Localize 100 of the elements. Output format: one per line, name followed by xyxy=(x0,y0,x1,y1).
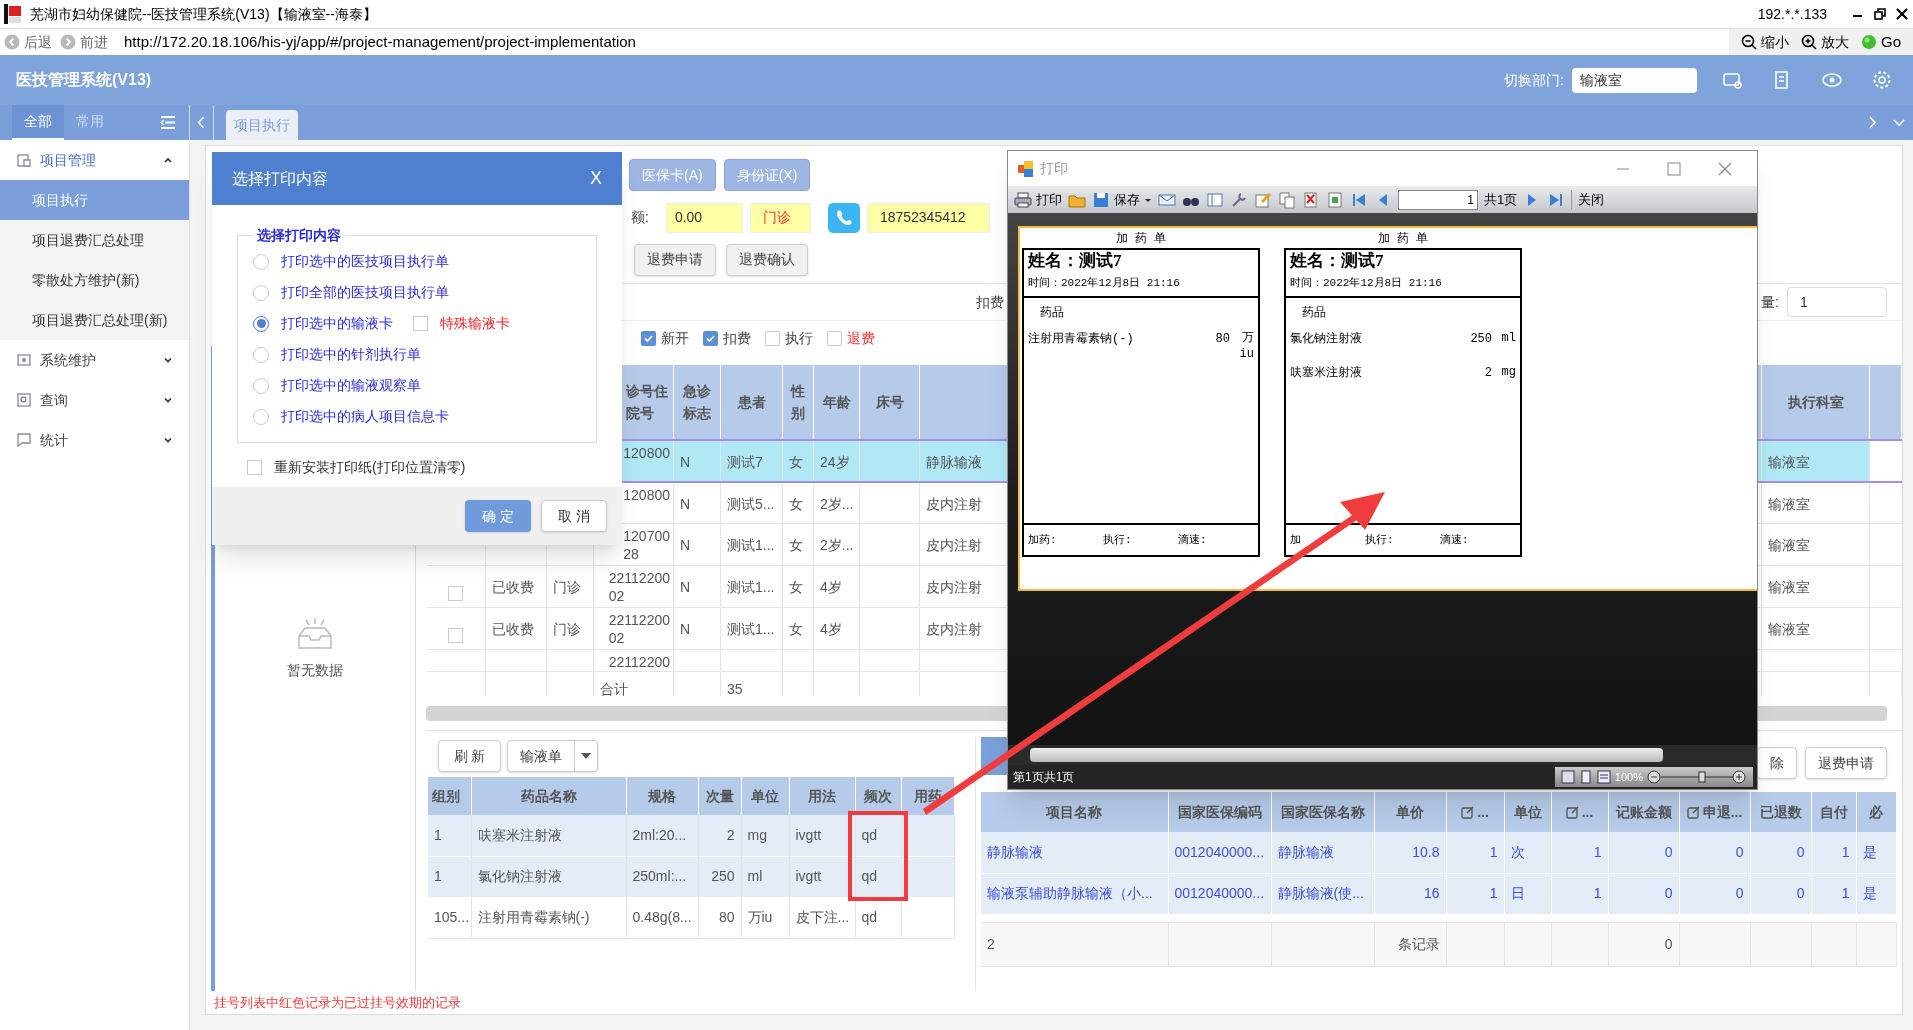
printer-icon[interactable] xyxy=(1014,190,1032,209)
close-button[interactable]: X xyxy=(590,165,602,192)
print-button[interactable]: 打印 xyxy=(1014,189,1062,210)
column-header: 急诊标志 xyxy=(683,382,711,421)
filter-label: 扣费 xyxy=(723,329,751,348)
sidebar-item[interactable]: 查询 xyxy=(0,380,189,420)
delete-page-icon[interactable] xyxy=(1302,190,1320,209)
drug-name: 注射用青霉素钠(-) xyxy=(1028,331,1134,348)
table-cell: qd xyxy=(861,826,878,843)
page-status: 第1页共1页 xyxy=(1013,769,1076,786)
option-label: 打印选中的输液卡 xyxy=(281,314,393,333)
column-header: 药品名称 xyxy=(520,787,577,804)
table-cell: 静脉输液(使... xyxy=(1277,885,1364,901)
row-checkbox[interactable] xyxy=(448,628,464,643)
checkbox[interactable] xyxy=(703,331,718,346)
sidebar-subitem[interactable]: 项目退费汇总处理 xyxy=(0,220,189,260)
refund-button[interactable]: 退费确认 xyxy=(726,243,808,276)
pencil-icon[interactable] xyxy=(1254,190,1272,209)
table-cell: 氯化钠注射液 xyxy=(477,868,562,884)
table-cell: 2 xyxy=(726,826,735,843)
window-title: 芜湖市妇幼保健院--医技管理系统(V13)【输液室--海泰】 xyxy=(30,4,377,24)
drug-unit: 万 iu xyxy=(1238,330,1254,362)
table-cell: 静脉输液 xyxy=(926,453,982,470)
refresh-button[interactable]: 刷 新 xyxy=(438,740,501,772)
table-cell: 输液室 xyxy=(1768,495,1810,512)
table-cell: 皮内注射 xyxy=(926,537,982,553)
sidebar-subitem[interactable]: 零散处方维护(新) xyxy=(0,260,189,300)
table-cell: 输液室 xyxy=(1768,453,1810,470)
option-label: 打印选中的针剂执行单 xyxy=(281,345,421,364)
table-cell: ml xyxy=(747,868,763,884)
restore-icon[interactable] xyxy=(1873,7,1887,21)
table-cell: 2岁... xyxy=(820,495,854,512)
card-field-label: 滴速: xyxy=(1440,532,1470,548)
sidebar-subitem[interactable]: 项目退费汇总处理(新) xyxy=(0,300,189,340)
checkbox[interactable] xyxy=(247,460,262,475)
horizontal-scrollbar[interactable] xyxy=(1030,748,1663,762)
fit-page-icon xyxy=(1560,770,1575,784)
quantity-field[interactable]: 1 xyxy=(1787,287,1887,317)
url-field[interactable]: http://172.20.18.106/his-yj/app/#/project-management/project-implementation xyxy=(124,30,636,54)
card-field-label: 执行: xyxy=(1103,532,1133,548)
settings-icon[interactable] xyxy=(1871,69,1893,91)
app-name: 医技管理系统(V13) xyxy=(16,70,152,90)
department-field[interactable]: 输液室 xyxy=(1572,67,1697,93)
table-cell: 门诊 xyxy=(553,579,581,595)
drug-unit: ml xyxy=(1500,330,1516,346)
refund-button[interactable]: 退费申请 xyxy=(634,243,716,276)
checkbox[interactable] xyxy=(765,331,780,346)
table-cell: 1 xyxy=(1489,885,1498,901)
table-cell: 2ml:20... xyxy=(632,826,687,843)
caret-down-icon xyxy=(581,753,591,759)
cancel-button[interactable]: 取 消 xyxy=(541,500,607,532)
table-cell: 4岁 xyxy=(820,579,842,595)
checkbox[interactable] xyxy=(641,331,656,346)
card-field-label: 加药: xyxy=(1028,532,1058,548)
action-button[interactable]: 退费申请 xyxy=(1805,747,1887,779)
page-number-field[interactable]: 1 xyxy=(1398,189,1478,210)
zoom-in-button[interactable]: 放大 xyxy=(1801,31,1849,53)
table-cell: 是 xyxy=(1862,885,1877,901)
column-header: 记账金额 xyxy=(1615,802,1672,822)
column-header: 用法 xyxy=(808,787,836,804)
close-button[interactable]: 关闭 xyxy=(1571,189,1605,210)
table-cell: 是 xyxy=(1862,843,1877,860)
sidebar-item[interactable]: 系统维护 xyxy=(0,340,189,380)
column-header: 次量 xyxy=(705,787,734,804)
layout-icon[interactable] xyxy=(1206,190,1224,209)
drug-dose: 250 xyxy=(1470,331,1492,348)
table-cell: 测试1... xyxy=(727,537,775,553)
page-icon[interactable] xyxy=(1326,190,1344,209)
wrench-icon[interactable] xyxy=(1230,190,1248,209)
go-button[interactable]: Go xyxy=(1861,30,1901,54)
column-header: 已退数 xyxy=(1759,802,1802,822)
infusion-sheet-dropdown[interactable]: 输液单 xyxy=(507,740,598,772)
column-header: 单位 xyxy=(751,787,779,804)
zoom-out-button[interactable]: 缩小 xyxy=(1741,31,1789,53)
table-cell: 万iu xyxy=(747,909,773,925)
floppy-icon[interactable] xyxy=(1092,190,1110,209)
column-header: 规格 xyxy=(648,787,676,804)
card-field-label: 加 xyxy=(1290,532,1302,548)
checkbox[interactable] xyxy=(413,316,428,331)
option-label: 重新安装打印纸(打印位置清零) xyxy=(274,458,466,477)
table-cell: 1 xyxy=(1593,843,1602,860)
forward-button[interactable]: 前进 xyxy=(60,31,108,53)
row-checkbox[interactable] xyxy=(448,586,464,601)
table-cell: 呋塞米注射液 xyxy=(477,826,562,843)
table-cell: 1 xyxy=(1489,843,1498,860)
checkbox[interactable] xyxy=(827,331,842,346)
sidebar-item[interactable]: 项目管理 xyxy=(0,140,189,180)
sidebar-item[interactable]: 统计 xyxy=(0,420,189,460)
back-button[interactable]: 后退 xyxy=(4,31,52,53)
table-cell: 条记录 xyxy=(1397,935,1440,952)
table-cell: 0 xyxy=(1796,885,1805,901)
table-cell: 2 xyxy=(987,935,995,952)
close-icon[interactable] xyxy=(1895,7,1909,21)
column-header: ... xyxy=(1477,802,1489,822)
action-button[interactable]: 除 xyxy=(1757,747,1797,779)
table-cell: 输液泵辅助静脉输液（小... xyxy=(987,885,1153,901)
table-cell: 测试5... xyxy=(727,495,775,512)
save-button[interactable]: 保存 xyxy=(1092,189,1152,210)
column-header: 单价 xyxy=(1396,802,1424,822)
copy-icon[interactable] xyxy=(1278,190,1296,209)
